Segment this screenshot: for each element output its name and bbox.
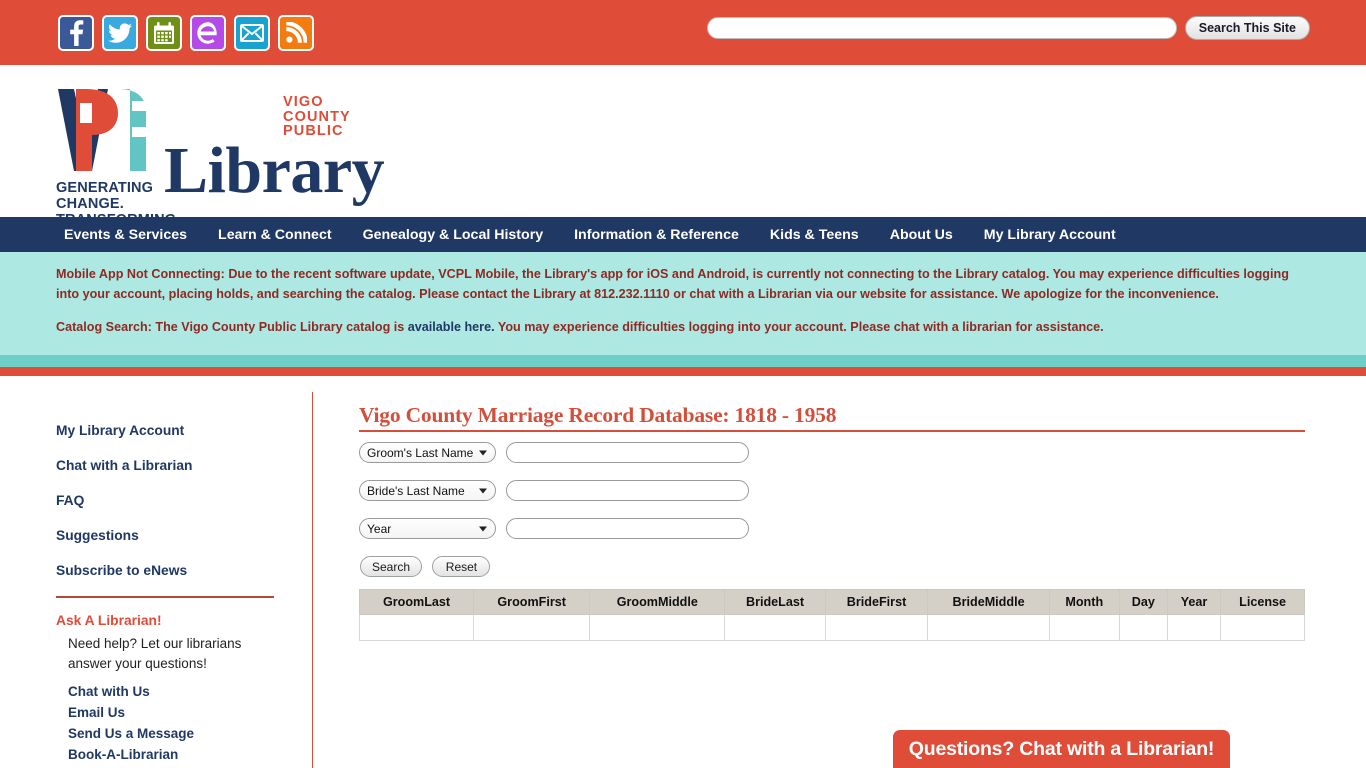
nav-item-genealogy-local-history[interactable]: Genealogy & Local History [363,227,544,243]
email-envelope-icon[interactable] [234,15,270,51]
logo-wordmark: VIGO COUNTY PUBLIC Library [164,94,385,207]
vcpl-logo-mark [58,89,148,171]
bride-field-select-value: Bride's Last Name [367,483,465,498]
bride-field-select[interactable]: Bride's Last Name [359,480,496,501]
bride-search-input[interactable] [506,480,749,501]
sidebar-item-my-library-account[interactable]: My Library Account [56,423,184,438]
evanced-e-icon[interactable] [190,15,226,51]
chevron-down-icon [479,488,487,493]
logo-header: VIGO COUNTY PUBLIC Library GENERATING CH… [0,65,1366,244]
search-row-bride: Bride's Last Name [359,480,749,501]
site-search: Search This Site [706,16,1310,40]
nav-item-information-reference[interactable]: Information & Reference [574,227,739,243]
left-sidebar: My Library Account Chat with a Librarian… [0,390,313,768]
page-title: Vigo County Marriage Record Database: 18… [359,403,837,427]
year-search-input[interactable] [506,518,749,539]
orange-divider-strip [0,367,1366,376]
sidebar-item-subscribe-to-enews[interactable]: Subscribe to eNews [56,563,187,578]
search-row-groom: Groom's Last Name [359,442,749,463]
site-search-button[interactable]: Search This Site [1184,16,1310,40]
twitter-icon[interactable] [102,15,138,51]
search-row-year: Year [359,518,749,539]
social-icon-row [58,15,314,51]
ask-link-send-us-a-message[interactable]: Send Us a Message [68,726,194,741]
nav-item-events-services[interactable]: Events & Services [64,227,187,243]
ask-link-email-us[interactable]: Email Us [68,705,125,720]
column-header-month[interactable]: Month [1048,589,1120,615]
column-header-bridelast[interactable]: BrideLast [724,589,826,615]
ask-a-librarian-heading: Ask A Librarian! [56,613,162,628]
results-table: GroomLast GroomFirst GroomMiddle BrideLa… [358,589,1305,641]
sidebar-item-suggestions[interactable]: Suggestions [56,528,139,543]
ask-link-chat-with-us[interactable]: Chat with Us [68,684,150,699]
alert-catalog-search-message: Catalog Search: The Vigo County Public L… [56,318,1310,338]
column-header-year[interactable]: Year [1166,589,1222,615]
table-row [358,614,1305,641]
chat-with-librarian-button[interactable]: Questions? Chat with a Librarian! [893,730,1230,768]
column-header-bridefirst[interactable]: BrideFirst [824,589,929,615]
logo-eyebrow: VIGO COUNTY PUBLIC [283,94,351,139]
form-button-row: Search Reset [360,556,496,577]
site-search-input[interactable] [706,17,1177,39]
column-header-groomfirst[interactable]: GroomFirst [473,589,591,615]
groom-field-select-value: Groom's Last Name [367,445,474,460]
nav-item-about-us[interactable]: About Us [890,227,953,243]
top-utility-bar: Search This Site [0,0,1366,65]
main-navigation: Events & Services Learn & Connect Geneal… [0,217,1366,252]
column-header-groommiddle[interactable]: GroomMiddle [589,589,726,615]
nav-item-learn-connect[interactable]: Learn & Connect [218,227,332,243]
chevron-down-icon [479,450,487,455]
reset-button[interactable]: Reset [432,556,491,577]
groom-field-select[interactable]: Groom's Last Name [359,442,496,463]
alert-mobile-app-message: Mobile App Not Connecting: Due to the re… [56,267,1289,301]
alert-banner: Mobile App Not Connecting: Due to the re… [0,252,1366,355]
logo-library-word: Library [164,133,385,207]
alert-catalog-text-before: Catalog Search: The Vigo County Public L… [56,320,408,335]
title-underline-rule [359,430,1305,432]
calendar-icon[interactable] [146,15,182,51]
sidebar-item-chat-with-a-librarian[interactable]: Chat with a Librarian [56,458,192,473]
year-field-select[interactable]: Year [359,518,496,539]
ask-a-librarian-blurb: Need help? Let our librarians answer you… [68,636,242,671]
search-button[interactable]: Search [360,556,423,577]
table-header-row: GroomLast GroomFirst GroomMiddle BrideLa… [358,589,1305,615]
nav-item-my-library-account[interactable]: My Library Account [984,227,1116,243]
column-header-license[interactable]: License [1220,589,1305,615]
ask-link-book-a-librarian[interactable]: Book-A-Librarian [68,747,178,762]
available-here-link[interactable]: available here. [408,320,495,334]
nav-item-kids-teens[interactable]: Kids & Teens [770,227,859,243]
sidebar-divider-rule [56,596,274,598]
rss-feed-icon[interactable] [278,15,314,51]
main-content: Vigo County Marriage Record Database: 18… [313,390,1366,768]
column-header-day[interactable]: Day [1118,589,1168,615]
teal-divider-strip [0,355,1366,367]
chevron-down-icon [479,526,487,531]
column-header-groomlast[interactable]: GroomLast [358,589,475,615]
column-header-bridemiddle[interactable]: BrideMiddle [927,589,1050,615]
facebook-icon[interactable] [58,15,94,51]
year-field-select-value: Year [367,521,392,536]
results-table-body [358,614,1305,641]
groom-search-input[interactable] [506,442,749,463]
sidebar-item-faq[interactable]: FAQ [56,493,84,508]
alert-catalog-text-after: You may experience difficulties logging … [494,320,1104,335]
